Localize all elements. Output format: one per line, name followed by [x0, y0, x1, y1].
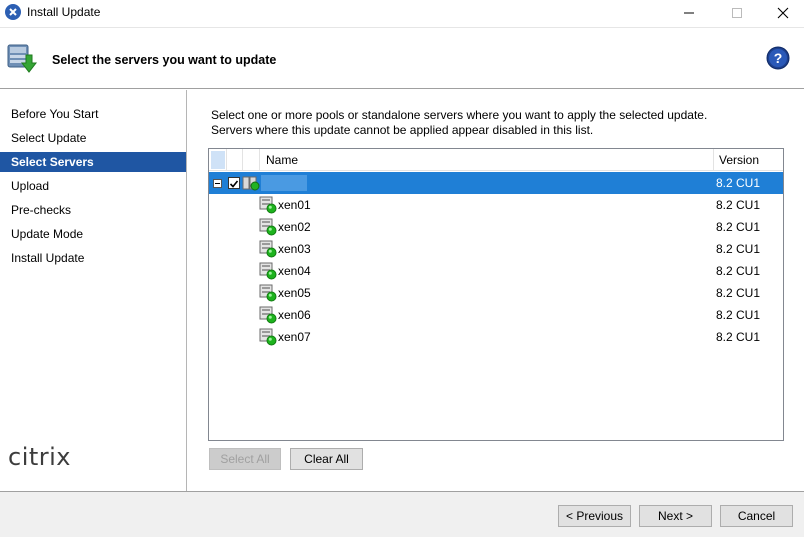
server-row[interactable]: xen04 8.2 CU1 [209, 260, 783, 282]
server-name: xen05 [278, 286, 311, 300]
server-version: 8.2 CU1 [716, 220, 761, 234]
server-name: xen06 [278, 308, 311, 322]
cancel-button[interactable]: Cancel [720, 505, 793, 527]
pool-version: 8.2 CU1 [716, 176, 761, 190]
step-select-servers[interactable]: Select Servers [0, 152, 186, 172]
server-running-icon [259, 306, 277, 324]
server-running-icon [259, 218, 277, 236]
window-title: Install Update [27, 5, 101, 19]
help-icon[interactable]: ? [766, 46, 790, 70]
update-package-icon [7, 44, 38, 73]
server-row[interactable]: xen03 8.2 CU1 [209, 238, 783, 260]
server-version: 8.2 CU1 [716, 264, 761, 278]
step-before-you-start[interactable]: Before You Start [0, 104, 186, 124]
pool-name [261, 175, 307, 191]
maximize-button[interactable] [714, 0, 760, 26]
column-header-version[interactable]: Version [719, 153, 759, 167]
pool-row[interactable]: 8.2 CU1 [209, 172, 783, 194]
step-pre-checks[interactable]: Pre-checks [0, 200, 186, 220]
server-row[interactable]: xen07 8.2 CU1 [209, 326, 783, 348]
wizard-steps-sidebar: Before You Start Select Update Select Se… [0, 90, 187, 491]
step-upload[interactable]: Upload [0, 176, 186, 196]
instructions-text: Select one or more pools or standalone s… [211, 108, 707, 138]
server-name: xen04 [278, 264, 311, 278]
server-list-grid[interactable]: Name Version 8.2 CU1 xen01 8.2 CU1 xen02 8.… [208, 148, 784, 441]
collapse-icon[interactable] [213, 179, 222, 188]
server-name: xen02 [278, 220, 311, 234]
minimize-button[interactable] [666, 0, 712, 26]
server-row[interactable]: xen05 8.2 CU1 [209, 282, 783, 304]
minimize-icon [684, 12, 694, 14]
step-update-mode[interactable]: Update Mode [0, 224, 186, 244]
server-version: 8.2 CU1 [716, 242, 761, 256]
server-running-icon [259, 240, 277, 258]
server-version: 8.2 CU1 [716, 330, 761, 344]
column-header-name[interactable]: Name [266, 153, 298, 167]
close-icon [777, 7, 789, 19]
previous-button[interactable]: < Previous [558, 505, 631, 527]
select-all-button[interactable]: Select All [209, 448, 281, 470]
checkmark-icon [229, 180, 239, 188]
server-running-icon [259, 328, 277, 346]
server-version: 8.2 CU1 [716, 308, 761, 322]
maximize-icon [732, 8, 742, 18]
clear-all-button[interactable]: Clear All [290, 448, 363, 470]
next-button[interactable]: Next > [639, 505, 712, 527]
instructions-line-2: Servers where this update cannot be appl… [211, 123, 594, 137]
svg-text:?: ? [774, 50, 783, 66]
app-icon [5, 4, 21, 20]
citrix-logo: citrix [8, 443, 72, 471]
server-name: xen03 [278, 242, 311, 256]
page-title: Select the servers you want to update [52, 53, 277, 67]
close-button[interactable] [760, 0, 804, 26]
pool-checkbox[interactable] [228, 177, 240, 189]
step-install-update[interactable]: Install Update [0, 248, 186, 268]
server-version: 8.2 CU1 [716, 286, 761, 300]
server-row[interactable]: xen06 8.2 CU1 [209, 304, 783, 326]
step-select-update[interactable]: Select Update [0, 128, 186, 148]
server-name: xen01 [278, 198, 311, 212]
server-version: 8.2 CU1 [716, 198, 761, 212]
server-row[interactable]: xen02 8.2 CU1 [209, 216, 783, 238]
pool-icon [242, 176, 260, 191]
wizard-header: Select the servers you want to update ? [0, 27, 804, 89]
title-bar: Install Update [0, 0, 804, 26]
server-row[interactable]: xen01 8.2 CU1 [209, 194, 783, 216]
server-running-icon [259, 284, 277, 302]
header-expand-cell [211, 151, 225, 169]
server-name: xen07 [278, 330, 311, 344]
server-running-icon [259, 262, 277, 280]
instructions-line-1: Select one or more pools or standalone s… [211, 108, 708, 122]
server-running-icon [259, 196, 277, 214]
grid-header: Name Version [209, 149, 783, 171]
